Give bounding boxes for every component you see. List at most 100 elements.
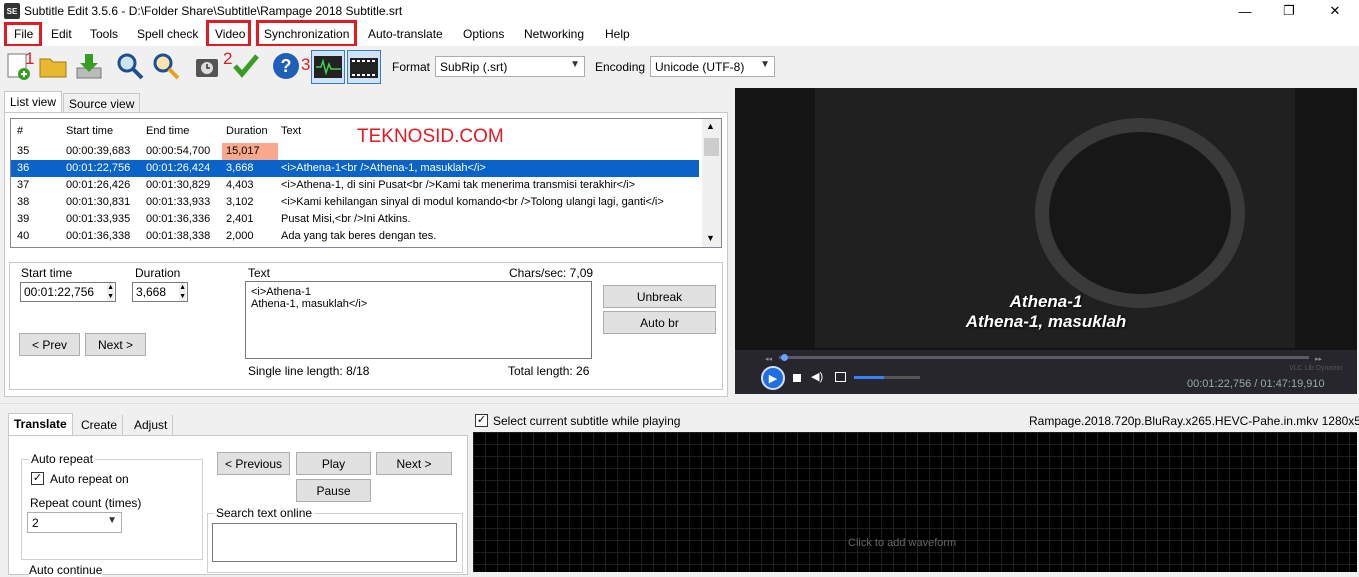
prev-button[interactable]: < Prev (19, 333, 80, 356)
find-icon[interactable] (114, 50, 146, 82)
select-current-checkbox[interactable]: ✓ (475, 414, 488, 427)
replace-icon[interactable] (150, 50, 182, 82)
repeat-count-select[interactable]: 2 ▼ (27, 512, 122, 533)
duration-input[interactable]: 3,668 ▲ ▼ (132, 282, 188, 302)
chevron-down-icon[interactable]: ▼ (706, 233, 715, 243)
table-row[interactable]: 38 00:01:30,831 00:01:33,933 3,102 <i>Ka… (11, 194, 699, 211)
col-duration[interactable]: Duration (226, 125, 268, 137)
row-end: 00:01:36,336 (146, 213, 211, 225)
porthole-image (1035, 118, 1245, 308)
click-to-add-waveform: Click to add waveform (848, 537, 957, 549)
tab-adjust[interactable]: Adjust (129, 415, 174, 435)
row-end: 00:01:30,829 (146, 179, 211, 191)
row-duration: 15,017 (222, 143, 278, 160)
video-toggle-icon[interactable] (347, 50, 381, 84)
subtitle-text-area[interactable]: <i>Athena-1 Athena-1, masuklah</i> (245, 281, 592, 359)
seek-handle[interactable] (781, 354, 788, 361)
play-icon[interactable]: ▶ (761, 366, 785, 390)
tab-create[interactable]: Create (76, 415, 124, 435)
list-scrollbar[interactable]: ▲ ▼ (702, 119, 721, 247)
play-button[interactable]: Play (296, 452, 371, 475)
tab-source-view[interactable]: Source view (63, 93, 141, 113)
total-length: Total length: 26 (508, 364, 590, 378)
stop-icon[interactable] (793, 374, 801, 382)
fullscreen-icon[interactable] (835, 372, 846, 382)
title-bar: SE Subtitle Edit 3.5.6 - D:\Folder Share… (0, 0, 1359, 22)
splitter[interactable] (0, 403, 1359, 404)
table-row[interactable]: 39 00:01:33,935 00:01:36,336 2,401 Pusat… (11, 211, 699, 228)
auto-repeat-checkbox[interactable]: ✓ (31, 472, 44, 485)
chevron-down-icon: ▼ (760, 59, 770, 70)
video-player[interactable]: Athena-1 Athena-1, masuklah ◂◂ ▸▸ ▶ ◀) V… (735, 88, 1357, 394)
pause-button[interactable]: Pause (296, 479, 371, 502)
search-text-input[interactable] (212, 523, 457, 562)
table-row-selected[interactable]: 36 00:01:22,756 00:01:26,424 3,668 <i>At… (11, 160, 699, 177)
svg-text:?: ? (281, 56, 292, 76)
encoding-select[interactable]: Unicode (UTF-8) ▼ (650, 56, 775, 77)
encoding-label: Encoding (595, 60, 646, 74)
chevron-up-icon[interactable]: ▲ (706, 121, 715, 131)
next-button[interactable]: Next > (85, 333, 146, 356)
auto-br-button[interactable]: Auto br (603, 311, 716, 334)
table-row[interactable]: 35 00:00:39,683 00:00:54,700 15,017 (11, 143, 699, 160)
menu-options[interactable]: Options (463, 27, 504, 41)
col-end-time[interactable]: End time (146, 125, 189, 137)
format-select[interactable]: SubRip (.srt) ▼ (435, 56, 585, 77)
chars-per-sec: Chars/sec: 7,09 (509, 266, 594, 280)
col-number[interactable]: # (17, 125, 23, 137)
volume-level (854, 376, 884, 379)
next-subtitle-button[interactable]: Next > (376, 452, 452, 475)
row-number: 35 (17, 145, 30, 157)
menu-tools[interactable]: Tools (90, 27, 118, 41)
tab-translate[interactable]: Translate (8, 413, 73, 436)
chevron-down-icon: ▼ (107, 515, 117, 526)
player-controls: ◂◂ ▸▸ ▶ ◀) VLC Lib Dynamic 00:01:22,756 … (735, 350, 1357, 394)
menu-auto-translate[interactable]: Auto-translate (368, 27, 443, 41)
menu-bar: File Edit Tools Spell check Video Synchr… (0, 22, 1359, 46)
menu-networking[interactable]: Networking (524, 27, 584, 41)
tab-list-view[interactable]: List view (4, 91, 63, 113)
seek-bar[interactable] (779, 356, 1309, 359)
previous-button[interactable]: < Previous (217, 452, 290, 475)
col-start-time[interactable]: Start time (66, 125, 113, 137)
waveform-toggle-icon[interactable] (311, 50, 345, 84)
table-row[interactable]: 37 00:01:26,426 00:01:30,829 4,403 <i>At… (11, 177, 699, 194)
row-number: 39 (17, 213, 30, 225)
help-icon[interactable]: ? (270, 50, 302, 82)
duration-label: Duration (135, 266, 181, 280)
vlc-label: VLC Lib Dynamic (1289, 365, 1344, 372)
spinner-icon[interactable]: ▲ ▼ (179, 283, 186, 301)
text-line-1: <i>Athena-1 (251, 286, 311, 298)
fix-common-errors-icon[interactable] (192, 50, 224, 82)
spinner-icon[interactable]: ▲ ▼ (107, 283, 114, 301)
volume-icon[interactable]: ◀) (811, 370, 823, 383)
maximize-button[interactable]: ❐ (1266, 0, 1312, 22)
row-duration: 2,000 (226, 230, 254, 242)
rewind-icon[interactable]: ◂◂ (765, 355, 772, 363)
col-text[interactable]: Text (281, 125, 301, 137)
scrollbar-thumb[interactable] (704, 138, 719, 156)
menu-edit[interactable]: Edit (51, 27, 72, 41)
search-online-label: Search text online (214, 506, 315, 520)
unbreak-button[interactable]: Unbreak (603, 285, 716, 308)
row-duration: 3,102 (226, 196, 254, 208)
format-value: SubRip (.srt) (440, 59, 508, 74)
menu-help[interactable]: Help (605, 27, 630, 41)
close-button[interactable]: ✕ (1312, 0, 1358, 22)
waveform-panel[interactable]: Click to add waveform (473, 432, 1357, 572)
list-header: # Start time End time Duration Text (11, 119, 699, 143)
save-download-icon[interactable] (73, 50, 105, 82)
row-end: 00:01:38,338 (146, 230, 211, 242)
start-time-input[interactable]: 00:01:22,756 ▲ ▼ (20, 282, 116, 302)
fast-forward-icon[interactable]: ▸▸ (1315, 355, 1322, 363)
repeat-count-label: Repeat count (times) (30, 496, 142, 510)
row-end: 00:01:26,424 (146, 162, 211, 174)
menu-spell-check[interactable]: Spell check (137, 27, 198, 41)
row-start: 00:01:36,338 (66, 230, 131, 242)
minimize-button[interactable]: — (1222, 0, 1268, 22)
open-folder-icon[interactable] (37, 50, 69, 82)
spell-check-icon[interactable] (230, 50, 262, 82)
volume-bar[interactable] (854, 376, 920, 379)
table-row[interactable]: 40 00:01:36,338 00:01:38,338 2,000 Ada y… (11, 228, 699, 245)
chevron-down-icon: ▼ (570, 59, 580, 70)
